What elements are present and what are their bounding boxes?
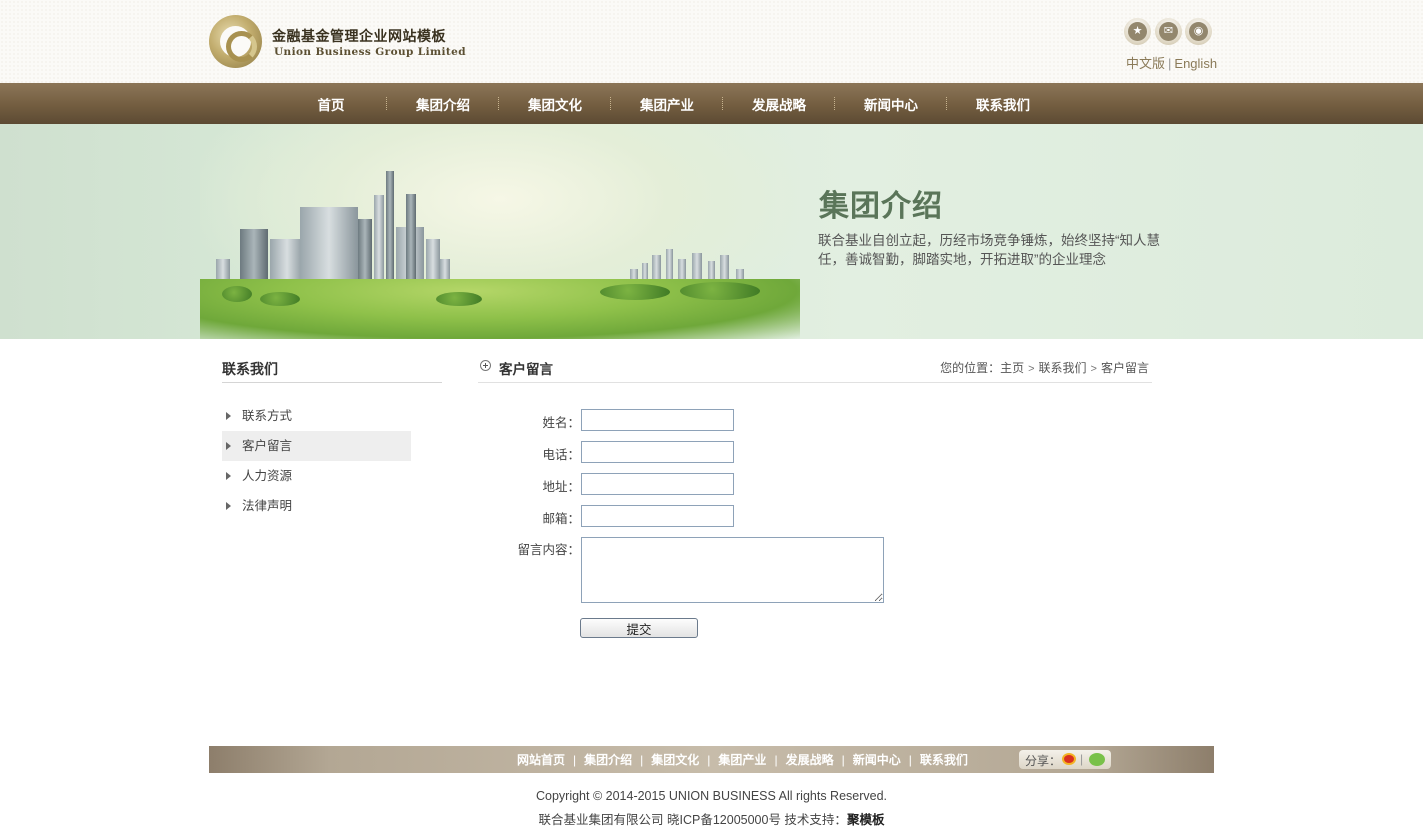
language-switch: 中文版 | English bbox=[1126, 53, 1217, 72]
icp-text: 联合基业集团有限公司 晓ICP备12005000号 技术支持：聚模板 bbox=[0, 809, 1423, 828]
nav-group-industry[interactable]: 集团产业 bbox=[625, 94, 709, 114]
footer-link-contact[interactable]: 联系我们 bbox=[920, 751, 968, 768]
footer-link-group-intro[interactable]: 集团介绍 bbox=[584, 751, 632, 768]
sidebar-item-hr[interactable]: 人力资源 bbox=[222, 461, 411, 491]
share-box: 分享： | bbox=[1019, 750, 1111, 769]
sidebar-title: 联系我们 bbox=[222, 355, 442, 383]
breadcrumb-arrow: > bbox=[1090, 363, 1097, 375]
header: 金融基金管理企业网站模板 Union Business Group Limite… bbox=[0, 0, 1423, 83]
message-label: 留言内容： bbox=[517, 543, 580, 557]
share-label: 分享： bbox=[1025, 754, 1062, 768]
breadcrumb-arrow: > bbox=[1028, 363, 1035, 375]
breadcrumb-current: 客户留言 bbox=[1100, 361, 1149, 375]
email-label: 邮箱： bbox=[542, 512, 580, 526]
nav-separator bbox=[709, 83, 737, 124]
breadcrumb-home[interactable]: 主页 bbox=[1000, 361, 1024, 375]
nav-group-culture[interactable]: 集团文化 bbox=[513, 94, 597, 114]
footer-link-news[interactable]: 新闻中心 bbox=[853, 751, 901, 768]
breadcrumb: 您的位置：主页 > 联系我们 > 客户留言 bbox=[940, 359, 1149, 376]
logo-title: 金融基金管理企业网站模板 bbox=[272, 29, 446, 45]
nav-strategy[interactable]: 发展战略 bbox=[737, 94, 821, 114]
copyright-text: Copyright © 2014-2015 UNION BUSINESS All… bbox=[535, 789, 888, 803]
nav-contact[interactable]: 联系我们 bbox=[961, 94, 1045, 114]
nav-separator bbox=[597, 83, 625, 124]
submit-button[interactable]: 提交 bbox=[580, 618, 698, 638]
footer-link-group-culture[interactable]: 集团文化 bbox=[651, 751, 699, 768]
main-nav: 首页 集团介绍 集团文化 集团产业 发展战略 新闻中心 联系我们 bbox=[0, 83, 1423, 124]
address-label: 地址： bbox=[542, 480, 580, 494]
name-label: 姓名： bbox=[542, 416, 580, 430]
email-input[interactable] bbox=[581, 505, 734, 527]
share-wechat-icon[interactable] bbox=[1089, 753, 1105, 766]
address-input[interactable] bbox=[581, 473, 734, 495]
nav-group-intro[interactable]: 集团介绍 bbox=[401, 94, 485, 114]
plus-circle-icon bbox=[480, 360, 491, 371]
share-weibo-icon[interactable] bbox=[1062, 753, 1076, 765]
footer-link-strategy[interactable]: 发展战略 bbox=[786, 751, 834, 768]
banner-title: 集团介绍 bbox=[819, 189, 943, 224]
footer-link-group-industry[interactable]: 集团产业 bbox=[718, 751, 766, 768]
banner: 集团介绍 联合基业自创立起，历经市场竞争锤炼，始终坚持“知人慧任，善诚智勤，脚踏… bbox=[0, 124, 1423, 339]
social-links: ★ ✉ ◉ bbox=[1124, 18, 1216, 48]
sidebar-item-customer-message[interactable]: 客户留言 bbox=[222, 431, 411, 461]
tech-support-link[interactable]: 聚模板 bbox=[847, 813, 885, 827]
page-title: 客户留言 bbox=[499, 362, 553, 378]
share-separator: | bbox=[1080, 752, 1084, 766]
phone-input[interactable] bbox=[581, 441, 734, 463]
mail-icon[interactable]: ✉ bbox=[1155, 18, 1182, 45]
lang-separator: | bbox=[1168, 56, 1172, 71]
breadcrumb-prefix: 您的位置： bbox=[940, 361, 1001, 375]
footer-link-home[interactable]: 网站首页 bbox=[517, 751, 565, 768]
nav-separator bbox=[485, 83, 513, 124]
nav-separator bbox=[373, 83, 401, 124]
logo-mark-icon bbox=[209, 15, 262, 68]
nav-separator bbox=[933, 83, 961, 124]
lang-english-link[interactable]: English bbox=[1174, 56, 1217, 71]
breadcrumb-contact[interactable]: 联系我们 bbox=[1039, 361, 1087, 375]
sidebar: 联系我们 联系方式 客户留言 人力资源 法律声明 bbox=[222, 355, 442, 521]
banner-text: 联合基业自创立起，历经市场竞争锤炼，始终坚持“知人慧任，善诚智勤，脚踏实地，开拓… bbox=[818, 233, 1160, 267]
sidebar-item-legal[interactable]: 法律声明 bbox=[222, 491, 411, 521]
nav-news[interactable]: 新闻中心 bbox=[849, 94, 933, 114]
logo-subtitle: Union Business Group Limited bbox=[274, 46, 466, 58]
lang-chinese-link[interactable]: 中文版 bbox=[1126, 56, 1165, 71]
name-input[interactable] bbox=[581, 409, 734, 431]
banner-city-image bbox=[200, 124, 800, 339]
icp-line: 联合基业集团有限公司 晓ICP备12005000号 技术支持： bbox=[538, 813, 847, 827]
star-icon[interactable]: ★ bbox=[1124, 18, 1151, 45]
footer-nav: 网站首页 | 集团介绍 | 集团文化 | 集团产业 | 发展战略 | 新闻中心 | 联系我们… bbox=[209, 746, 1214, 773]
nav-home[interactable]: 首页 bbox=[289, 94, 373, 114]
phone-label: 电话： bbox=[542, 448, 580, 462]
message-textarea[interactable] bbox=[581, 537, 884, 603]
site-logo[interactable]: 金融基金管理企业网站模板 Union Business Group Limite… bbox=[209, 15, 466, 70]
weibo-icon[interactable]: ◉ bbox=[1185, 18, 1212, 45]
nav-separator bbox=[821, 83, 849, 124]
sidebar-menu: 联系方式 客户留言 人力资源 法律声明 bbox=[222, 401, 442, 521]
sidebar-item-contact-info[interactable]: 联系方式 bbox=[222, 401, 411, 431]
content-header: 客户留言 您的位置：主页 > 联系我们 > 客户留言 bbox=[478, 352, 1152, 383]
